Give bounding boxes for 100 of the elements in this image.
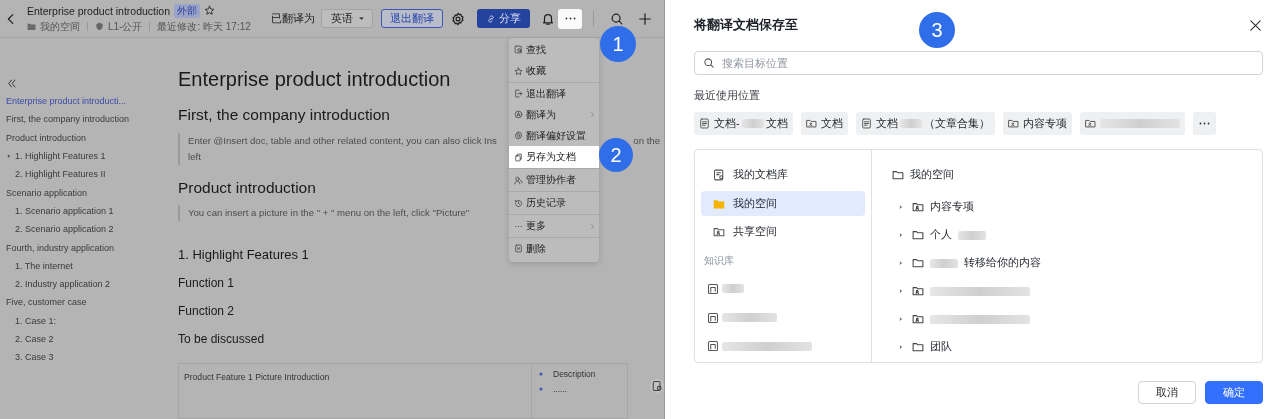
outline-item[interactable]: Five, customer case [6, 293, 170, 312]
heading: Function 2 [178, 304, 235, 320]
search-icon [703, 57, 715, 69]
knowledge-base-icon[interactable] [707, 340, 719, 353]
outline-item[interactable]: 3. Case 3 [6, 348, 170, 367]
quote-text: You can insert a picture in the " + " menu on the left, click "Picture" [188, 206, 470, 221]
collapse-icon[interactable] [6, 78, 17, 89]
step-number: 2 [599, 138, 633, 172]
menu-item[interactable]: 更多 [509, 215, 599, 238]
share-button[interactable]: 分享 [477, 9, 530, 28]
recent-location[interactable]: 文档 [800, 112, 848, 135]
outline-item[interactable]: First, the company introduction [6, 110, 170, 129]
bell-icon[interactable] [541, 11, 555, 26]
expand-arrow-icon[interactable] [898, 204, 904, 210]
menu-item[interactable]: 管理协作者 [509, 169, 599, 192]
search-icon[interactable] [610, 11, 624, 26]
shared-folder-icon [713, 226, 725, 239]
translated-label: 已翻译为 [271, 11, 315, 26]
library-icon [713, 168, 725, 181]
redaction-blur [899, 119, 922, 128]
table-cell: Product Feature 1 Picture Introduction [179, 363, 532, 418]
location-item[interactable]: 共享空间 [701, 219, 865, 245]
menu-item[interactable]: 历史记录 [509, 192, 599, 215]
close-icon[interactable] [1248, 17, 1263, 33]
modified-time: 最近修改: 昨天 17:12 [157, 19, 251, 34]
outline-item[interactable]: 2. Case 2 [6, 329, 170, 349]
heading: Function 1 [178, 276, 235, 293]
plus-icon[interactable] [638, 11, 652, 26]
outline-item[interactable]: 2. Highlight Features II [6, 165, 170, 184]
heading: 1. Highlight Features 1 [178, 247, 309, 265]
tree-item[interactable]: 我的空间 [892, 166, 1262, 184]
language-dropdown[interactable]: 英语 [321, 9, 373, 28]
outline-item[interactable]: 1. The internet [6, 256, 170, 275]
knowledge-base-icon[interactable] [707, 282, 719, 295]
outline-item[interactable]: Scenario application [6, 183, 170, 202]
expand-arrow-icon[interactable] [6, 153, 12, 160]
expand-arrow-icon[interactable] [898, 260, 904, 266]
menu-item[interactable]: 另存为文档 [509, 146, 599, 169]
document-icon [860, 118, 872, 129]
person-icon [514, 175, 523, 185]
expand-arrow-icon[interactable] [898, 288, 904, 294]
menu-item[interactable]: 查找 [509, 39, 599, 60]
heading: To be discussed [178, 331, 265, 348]
folder-icon [892, 169, 904, 181]
shield-icon [95, 22, 104, 31]
outline-item[interactable]: 2. Scenario application 2 [6, 220, 170, 239]
outline-item[interactable]: 1. Highlight Features 1 [6, 146, 170, 166]
settings-icon[interactable] [451, 11, 465, 26]
search-field[interactable]: 搜索目标位置 [694, 51, 1263, 75]
quote-text: Enter @Insert doc, table and other related content, you can also click Ins [188, 133, 497, 148]
expand-arrow-icon[interactable] [898, 316, 904, 322]
exit-icon [514, 89, 523, 98]
location-item[interactable]: 我的文档库 [701, 162, 865, 188]
chevron-right-icon [589, 111, 596, 118]
recent-location[interactable]: 文档- 文档 [694, 112, 793, 135]
outline-item[interactable]: Fourth, industry application [6, 238, 170, 257]
outline-item[interactable]: 1. Case 1: [6, 311, 170, 330]
section-label: 最近使用位置 [694, 89, 761, 103]
recent-location[interactable]: 内容专项 [1002, 112, 1072, 135]
outline-item[interactable]: 1. Scenario application 1 [6, 201, 170, 221]
confirm-button[interactable]: 确定 [1205, 381, 1263, 404]
shared-folder-icon [912, 201, 924, 213]
tree-item: 个人 [930, 228, 952, 242]
expand-arrow-icon[interactable] [898, 232, 904, 238]
shared-folder-icon [1084, 118, 1096, 129]
external-badge: 外部 [174, 3, 200, 18]
knowledge-base-icon[interactable] [707, 311, 719, 324]
link-icon [486, 13, 496, 24]
cancel-button[interactable]: 取消 [1138, 381, 1196, 404]
menu-item[interactable]: 退出翻译 [509, 83, 599, 104]
menu-item[interactable]: 翻译为 [509, 104, 599, 125]
redaction-blur [741, 119, 764, 128]
tree-item: 内容专项 [930, 200, 974, 214]
menu-item[interactable]: 翻译偏好设置 [509, 125, 599, 146]
location-item[interactable]: 我的空间 [701, 190, 865, 217]
expand-arrow-icon[interactable] [898, 344, 904, 350]
redaction-blur [722, 284, 744, 294]
document-title: Enterprise product introduction [27, 4, 170, 17]
exit-translation-button[interactable]: 退出翻译 [381, 9, 443, 28]
outline-item[interactable]: Enterprise product introducti... [6, 92, 170, 111]
folder-icon [912, 257, 924, 269]
redaction-blur [958, 230, 986, 240]
menu-item[interactable]: 收藏 [509, 60, 599, 83]
outline-item[interactable]: 2. Industry application 2 [6, 274, 170, 294]
permission-text: L1-公开 [108, 19, 143, 34]
tree-item: 团队 [930, 340, 952, 354]
star-icon[interactable] [204, 5, 215, 16]
shared-folder-icon [805, 118, 817, 129]
quote-text: on the [633, 133, 660, 148]
recent-location[interactable]: 文档 （文章合集） [855, 112, 995, 135]
outline-item[interactable]: Product introduction [6, 128, 170, 147]
step-number: 3 [919, 12, 955, 48]
copy-icon [514, 152, 523, 162]
heading: Product introduction [178, 178, 316, 198]
comment-doc-icon[interactable] [650, 379, 664, 393]
tree-item: 转移给你的内容 [964, 256, 1041, 270]
redaction-blur [722, 313, 777, 322]
translate-icon [514, 110, 523, 119]
history-icon [514, 198, 523, 208]
menu-item[interactable]: 删除 [509, 238, 599, 259]
